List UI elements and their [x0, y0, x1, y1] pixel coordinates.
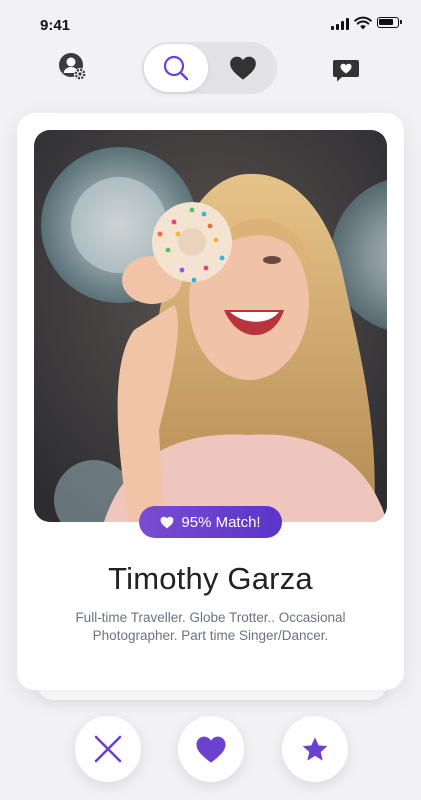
discover-matches-toggle	[142, 42, 277, 94]
profile-photo	[34, 130, 387, 522]
top-navigation	[0, 42, 421, 94]
match-label: 95% Match!	[181, 513, 261, 531]
profile-bio: Full-time Traveller. Globe Trotter.. Occ…	[75, 610, 346, 643]
status-time: 9:41	[40, 17, 71, 34]
search-icon	[163, 55, 189, 81]
battery-icon	[377, 17, 402, 28]
chat-heart-icon	[333, 60, 359, 82]
chat-button[interactable]	[332, 56, 360, 84]
action-bar	[0, 716, 421, 782]
tab-likes[interactable]	[211, 44, 275, 92]
heart-icon	[230, 56, 256, 80]
status-bar: 9:41	[0, 0, 421, 44]
signal-icon	[331, 18, 349, 30]
super-like-button[interactable]	[282, 716, 348, 782]
profile-name: Timothy Garza	[108, 561, 313, 596]
profile-settings-button[interactable]	[57, 52, 89, 84]
star-icon	[302, 736, 328, 761]
wifi-icon	[354, 16, 372, 30]
tab-search[interactable]	[144, 44, 208, 92]
user-settings-icon	[59, 53, 86, 80]
heart-icon	[196, 736, 226, 763]
match-badge: 95% Match!	[139, 506, 282, 538]
dislike-button[interactable]	[75, 716, 141, 782]
like-button[interactable]	[178, 716, 244, 782]
close-icon	[94, 735, 122, 763]
heart-icon	[160, 516, 174, 528]
profile-card[interactable]: 95% Match! Timothy Garza Full-time Trave…	[17, 113, 404, 690]
